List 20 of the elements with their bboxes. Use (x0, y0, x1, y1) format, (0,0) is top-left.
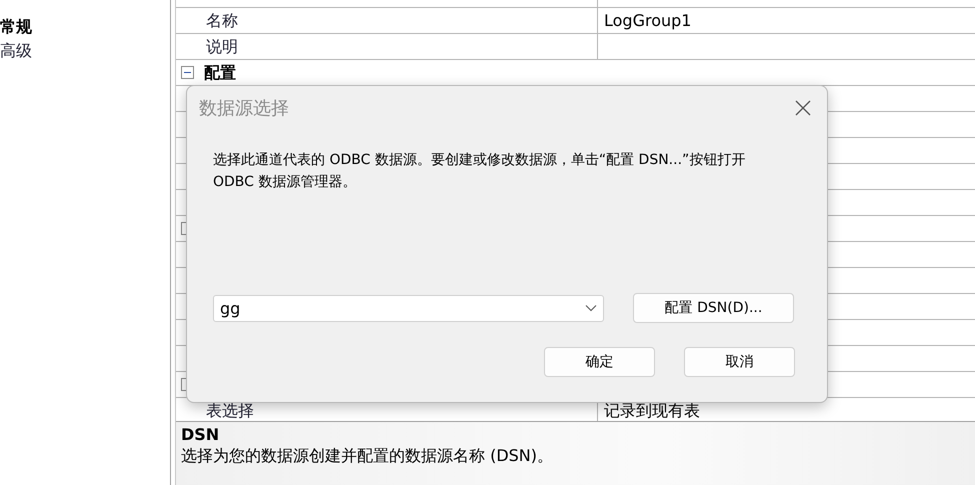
group-label: 配置 (203, 62, 236, 84)
property-value: LogGroup1 (604, 11, 692, 30)
property-name: 说明 (206, 37, 238, 56)
property-name: 名称 (206, 11, 238, 30)
description-title: DSN (181, 425, 220, 444)
configure-dsn-button[interactable]: 配置 DSN(D)... (633, 293, 794, 323)
close-icon (795, 100, 811, 116)
property-name: 表选择 (206, 401, 254, 420)
collapse-icon[interactable] (180, 66, 194, 79)
ok-button[interactable]: 确定 (544, 347, 655, 377)
cancel-button[interactable]: 取消 (684, 347, 795, 377)
property-value: 记录到现有表 (604, 401, 700, 420)
description-text: 选择为您的数据源创建并配置的数据源名称 (DSN)。 (181, 446, 554, 467)
dialog-title: 数据源选择 (199, 96, 289, 120)
close-button[interactable] (793, 98, 813, 118)
dsn-dropdown[interactable]: gg (213, 294, 604, 322)
chevron-down-icon (585, 304, 597, 312)
sidebar-item[interactable]: 常规 (0, 15, 170, 39)
dialog-message: 选择此通道代表的 ODBC 数据源。要创建或修改数据源，单击“配置 DSN...”按钮打开 ODBC 数据源管理器。 (213, 151, 746, 192)
sidebar-item[interactable]: 高级 (0, 39, 170, 63)
